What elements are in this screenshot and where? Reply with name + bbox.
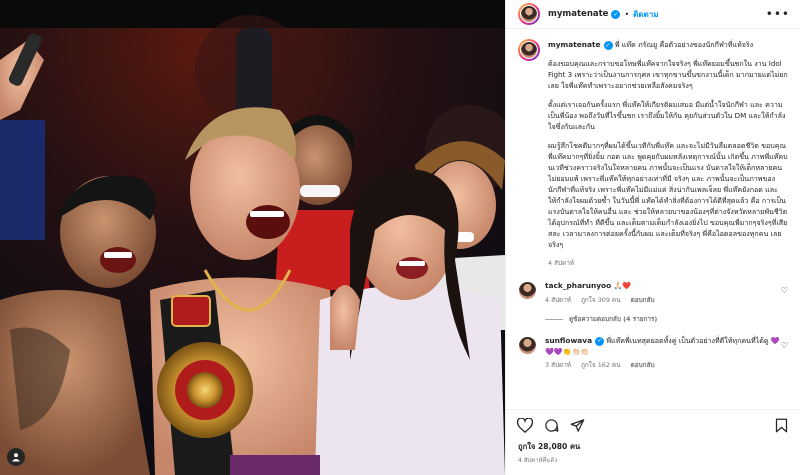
comments-section[interactable]: mymatenate ✓ พี่ แท๊ค ภรัณยู คือตัวอย่างข… [506,29,800,409]
replies-line [545,318,563,320]
caption-paragraph: ผมรู้สึกโชคดีมากๆที่ผมได้ขึ้นเวทีกับพี่แ… [548,141,788,249]
more-options-icon[interactable]: ••• [766,7,790,21]
caption-paragraph: ตั้งแต่เราเจอกันครั้งแรก พี่แท๊คให้เกียร… [548,100,786,131]
comment-like-icon[interactable]: ♡ [781,286,788,295]
caption-username[interactable]: mymatenate [548,40,601,49]
comment-icon[interactable] [542,417,560,435]
comment-text: 🙏🏻❤️ [613,281,632,290]
caption-avatar[interactable] [518,39,540,61]
post-header: mymatenate ✓ • ติดตาม ••• [506,0,800,29]
bookmark-icon[interactable] [772,417,790,435]
verified-icon: ✓ [595,336,605,346]
share-icon[interactable] [568,417,586,435]
caption-first-line: พี่ แท๊ค ภรัณยู คือตัวอย่างของนักกีฬาที่… [614,40,754,49]
separator: • [624,9,630,19]
view-replies-label: ดูข้อความตอบกลับ (4 รายการ) [569,315,658,323]
comment-username[interactable]: tack_pharunyoo [545,281,611,290]
caption-paragraph: ต้องขอบคุณและกราบขอโทษพี่แท๊คจากใจจริงๆ … [548,59,788,90]
likes-count[interactable]: ถูกใจ 28,080 คน [506,441,800,455]
comment-body: sunflowava ✓ พี่แท๊คพี่เนทสุดยอดทั้งคู่ เ… [545,336,780,371]
caption-meta: 4 สัปดาห์ [548,258,788,269]
author-avatar[interactable] [518,3,540,25]
post-time[interactable]: 4 สัปดาห์ที่แล้ว [506,455,800,475]
comment-likes[interactable]: ถูกใจ 309 คน [581,296,621,304]
verified-icon: ✓ [611,9,621,19]
reply-button[interactable]: ตอบกลับ [631,361,655,369]
reply-button[interactable]: ตอบกลับ [631,296,655,304]
post-photo[interactable] [0,0,505,475]
comment-meta: 4 สัปดาห์ ถูกใจ 309 คน ตอบกลับ [545,295,780,306]
caption-time: 4 สัปดาห์ [548,259,575,267]
verified-icon: ✓ [603,40,613,50]
user-tag-icon[interactable] [7,448,25,466]
follow-button[interactable]: ติดตาม [633,8,658,21]
comment-username[interactable]: sunflowava [545,336,592,345]
author-username[interactable]: mymatenate [548,9,608,19]
caption-text: mymatenate ✓ พี่ แท๊ค ภรัณยู คือตัวอย่างข… [548,39,788,269]
comment-time: 3 สัปดาห์ [545,361,572,369]
fighters-celebration-photo [0,0,505,475]
post-sidebar: mymatenate ✓ • ติดตาม ••• mymatenate ✓ พี… [505,0,800,475]
comment-meta: 3 สัปดาห์ ถูกใจ 162 คน ตอบกลับ [545,360,780,371]
heart-icon[interactable] [516,417,534,435]
caption: mymatenate ✓ พี่ แท๊ค ภรัณยู คือตัวอย่างข… [518,39,788,269]
commenter-avatar[interactable] [518,336,537,355]
comment-body: tack_pharunyoo 🙏🏻❤️ 4 สัปดาห์ ถูกใจ 309 … [545,281,780,305]
comment-likes[interactable]: ถูกใจ 162 คน [581,361,621,369]
comment-item: sunflowava ✓ พี่แท๊คพี่เนทสุดยอดทั้งคู่ เ… [518,336,788,371]
comment-item: tack_pharunyoo 🙏🏻❤️ 4 สัปดาห์ ถูกใจ 309 … [518,281,788,305]
action-bar [506,409,800,441]
instagram-post: mymatenate ✓ • ติดตาม ••• mymatenate ✓ พี… [0,0,800,475]
view-replies-button[interactable]: ดูข้อความตอบกลับ (4 รายการ) [545,314,788,324]
commenter-avatar[interactable] [518,281,537,300]
comment-like-icon[interactable]: ♡ [781,341,788,350]
comment-time: 4 สัปดาห์ [545,295,572,304]
